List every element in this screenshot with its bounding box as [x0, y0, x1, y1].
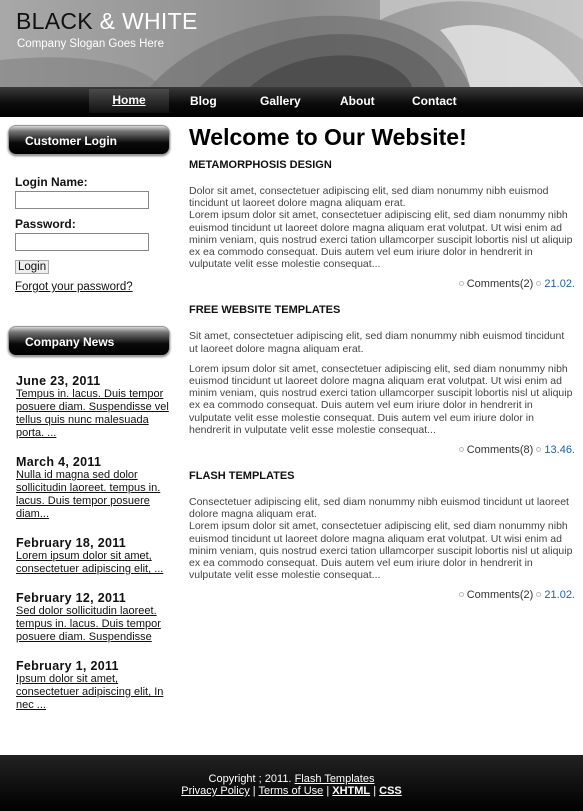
- article-intro: Consectetuer adipiscing elit, sed diam n…: [189, 496, 569, 521]
- comments-link[interactable]: Comments(8): [467, 444, 534, 456]
- main-nav: Home Blog Gallery About Contact: [0, 87, 583, 117]
- nav-about[interactable]: About: [340, 94, 375, 108]
- news-item: June 23, 2011 Tempus in. lacus. Duis tem…: [16, 374, 172, 440]
- article-body: Lorem ipsum dolor sit amet, consectetuer…: [189, 209, 573, 271]
- article-meta: Comments(8) 13.46.: [189, 444, 575, 456]
- article-body: Lorem ipsum dolor sit amet, consectetuer…: [189, 362, 573, 436]
- bullet-icon: [458, 281, 464, 287]
- main-content: Welcome to Our Website! METAMORPHOSIS DE…: [189, 124, 575, 615]
- logo-text-white: WHITE: [122, 8, 198, 34]
- forgot-password-link[interactable]: Forgot your password?: [15, 281, 172, 293]
- separator: |: [326, 785, 330, 797]
- sidebar: Customer Login Login Name: Password: Log…: [8, 125, 172, 727]
- news-date: February 12, 2011: [16, 591, 127, 605]
- logo-text-black: BLACK: [16, 8, 93, 34]
- news-item: March 4, 2011 Nulla id magna sed dolor s…: [16, 455, 172, 521]
- article: FREE WEBSITE TEMPLATES Sit amet, consect…: [189, 304, 575, 456]
- bullet-icon: [458, 592, 464, 598]
- customer-login-title: Customer Login: [8, 125, 170, 155]
- news-date: February 1, 2011: [16, 659, 119, 673]
- post-time: 21.02.: [544, 589, 575, 602]
- article-meta: Comments(2) 21.02.: [189, 589, 575, 601]
- css-link[interactable]: CSS: [379, 785, 402, 797]
- xhtml-link[interactable]: XHTML: [332, 785, 370, 797]
- bullet-icon: [536, 447, 542, 453]
- news-link[interactable]: Nulla id magna sed dolor sollicitudin la…: [16, 469, 172, 521]
- news-list: June 23, 2011 Tempus in. lacus. Duis tem…: [8, 356, 172, 712]
- login-button[interactable]: Login: [15, 260, 50, 274]
- news-item: February 18, 2011 Lorem ipsum dolor sit …: [16, 536, 172, 576]
- article-title: METAMORPHOSIS DESIGN: [189, 159, 332, 171]
- news-link[interactable]: Ipsum dolor sit amet, consectetuer adipi…: [16, 673, 172, 712]
- terms-link[interactable]: Terms of Use: [258, 785, 323, 797]
- news-date: March 4, 2011: [16, 455, 102, 469]
- login-name-input[interactable]: [15, 191, 149, 209]
- article-title: FLASH TEMPLATES: [189, 470, 295, 483]
- article-meta: Comments(2) 21.02.: [189, 278, 575, 290]
- logo-ampersand: &: [99, 8, 116, 34]
- bullet-icon: [536, 592, 542, 598]
- post-time: 13.46.: [544, 444, 575, 457]
- news-link[interactable]: Sed dolor sollicitudin laoreet. tempus i…: [16, 605, 172, 644]
- site-slogan: Company Slogan Goes Here: [17, 38, 165, 50]
- bullet-icon: [536, 281, 542, 287]
- password-input[interactable]: [15, 233, 149, 251]
- nav-home[interactable]: Home: [89, 89, 169, 115]
- password-label: Password:: [15, 217, 76, 231]
- footer-copyright-line: Copyright ; 2011. Flash Templates: [0, 773, 583, 785]
- company-news-title: Company News: [8, 326, 170, 356]
- news-date: February 18, 2011: [16, 536, 127, 550]
- news-item: February 12, 2011 Sed dolor sollicitudin…: [16, 591, 172, 644]
- post-time: 21.02.: [544, 278, 575, 291]
- comments-link[interactable]: Comments(2): [467, 589, 534, 601]
- separator: |: [252, 785, 256, 797]
- nav-contact[interactable]: Contact: [412, 94, 457, 108]
- copyright-text: Copyright ; 2011.: [208, 773, 292, 785]
- news-date: June 23, 2011: [16, 374, 101, 388]
- article-intro: Dolor sit amet, consectetuer adipiscing …: [189, 185, 549, 210]
- site-header: BLACK & WHITE Company Slogan Goes Here: [0, 0, 583, 87]
- news-link[interactable]: Tempus in. lacus. Duis tempor posuere di…: [16, 388, 172, 440]
- article-body: Lorem ipsum dolor sit amet, consectetuer…: [189, 520, 573, 582]
- privacy-policy-link[interactable]: Privacy Policy: [181, 785, 249, 797]
- footer-links: Privacy Policy | Terms of Use | XHTML | …: [0, 785, 583, 797]
- site-footer: Copyright ; 2011. Flash Templates Privac…: [0, 755, 583, 811]
- nav-gallery[interactable]: Gallery: [260, 94, 301, 108]
- login-form: Login Name: Password: Login Forgot your …: [8, 155, 172, 293]
- nav-blog[interactable]: Blog: [190, 94, 217, 108]
- bullet-icon: [458, 447, 464, 453]
- flash-templates-link[interactable]: Flash Templates: [295, 773, 375, 785]
- article: METAMORPHOSIS DESIGN Dolor sit amet, con…: [189, 159, 575, 290]
- login-name-label: Login Name:: [15, 175, 88, 189]
- news-item: February 1, 2011 Ipsum dolor sit amet, c…: [16, 659, 172, 712]
- article-intro: Sit amet, consectetuer adipiscing elit, …: [189, 330, 565, 355]
- site-logo[interactable]: BLACK & WHITE: [16, 8, 198, 35]
- article: FLASH TEMPLATES Consectetuer adipiscing …: [189, 470, 575, 601]
- comments-link[interactable]: Comments(2): [467, 278, 534, 290]
- article-title: FREE WEBSITE TEMPLATES: [189, 304, 341, 317]
- separator: |: [373, 785, 377, 797]
- page-title: Welcome to Our Website!: [189, 124, 467, 150]
- news-link[interactable]: Lorem ipsum dolor sit amet, consectetuer…: [16, 550, 172, 576]
